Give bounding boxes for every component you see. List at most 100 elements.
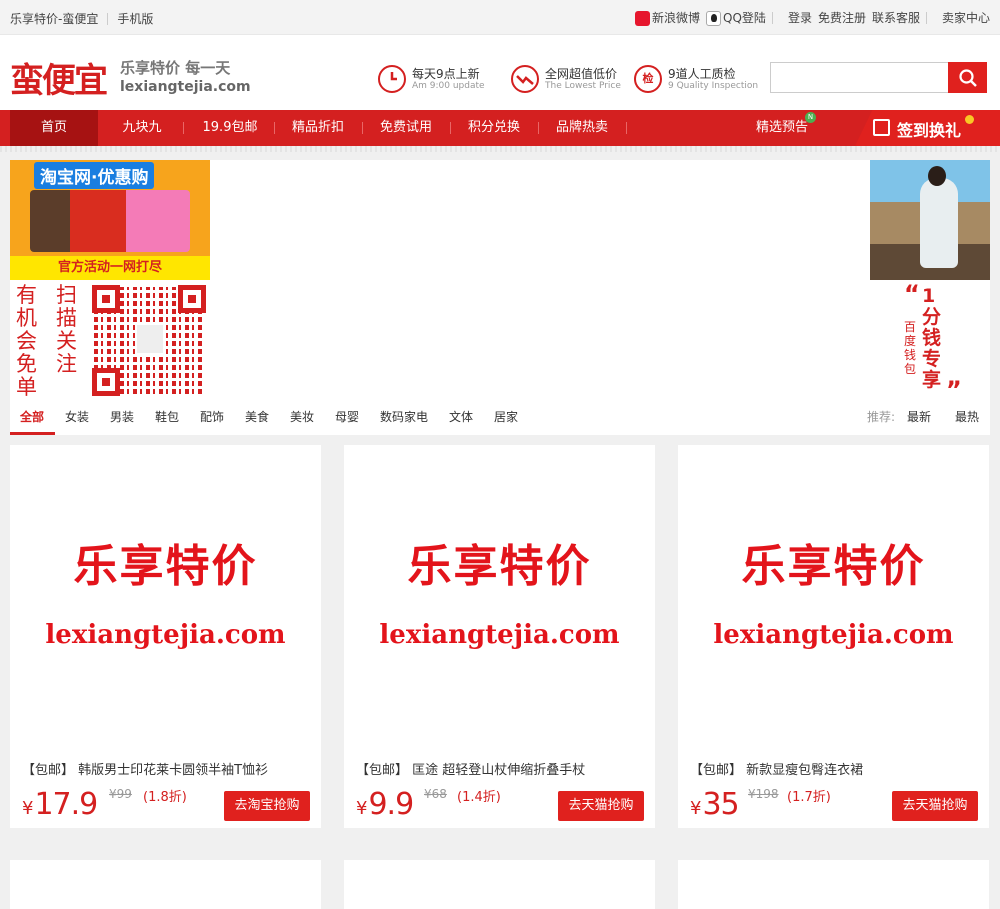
qr-corner — [178, 285, 206, 313]
product-card-partial[interactable] — [678, 860, 989, 909]
logo-domain: lexiangtejia.com — [120, 79, 251, 95]
category-beauty[interactable]: 美妆 — [290, 408, 314, 425]
weibo-label: 新浪微博 — [652, 11, 701, 25]
product-card-partial[interactable] — [344, 860, 655, 909]
weibo-link[interactable]: 新浪微博 — [635, 9, 700, 26]
one-cent-label: 1分钱专享 — [922, 285, 942, 391]
qq-login-label: QQ登陆 — [723, 11, 766, 25]
clock-icon — [378, 65, 406, 93]
buy-button[interactable]: 去天猫抢购 — [558, 791, 644, 821]
divider — [925, 11, 927, 24]
currency-symbol: ¥ — [690, 798, 701, 819]
product-card[interactable]: 乐享特价 lexiangtejia.com 【包邮】 新款显瘦包臀连衣裙 ¥35… — [678, 445, 989, 828]
taobao-products-image — [30, 190, 190, 252]
product-image[interactable]: 乐享特价 lexiangtejia.com — [344, 445, 655, 755]
nav-item-points-exchange[interactable]: 积分兑换 — [452, 110, 536, 146]
category-shoes-bags[interactable]: 鞋包 — [155, 408, 179, 425]
nav-item-free-trial[interactable]: 免费试用 — [364, 110, 448, 146]
search-input[interactable] — [770, 62, 948, 93]
placeholder-brand: 乐享特价 — [741, 541, 926, 592]
qq-icon — [706, 11, 722, 26]
main-nav: 首页 九块九 19.9包邮 精品折扣 免费试用 积分兑换 品牌热卖 精选预告 N — [0, 110, 1000, 146]
product-title[interactable]: 【包邮】 匡途 超轻登山杖伸缩折叠手杖 — [356, 759, 585, 778]
site-logo[interactable]: 蛮便宜 — [10, 53, 108, 102]
product-image[interactable]: 乐享特价 lexiangtejia.com — [678, 445, 989, 755]
product-title[interactable]: 【包邮】 新款显瘦包臀连衣裙 — [690, 759, 863, 778]
discount-rate: (1.4折) — [457, 790, 501, 805]
price-value: 17.9 — [34, 787, 98, 822]
product-title[interactable]: 【包邮】 韩版男士印花莱卡圆领半袖T恤衫 — [22, 759, 268, 778]
category-home[interactable]: 居家 — [494, 408, 518, 425]
new-badge: N — [805, 112, 816, 123]
buy-button[interactable]: 去淘宝抢购 — [224, 791, 310, 821]
service-link[interactable]: 联系客服 — [872, 9, 920, 26]
original-price: ¥99 — [109, 787, 132, 801]
seller-center-link[interactable]: 卖家中心 — [942, 9, 990, 26]
register-link[interactable]: 免费注册 — [818, 9, 866, 26]
sort-newest[interactable]: 最新 — [907, 408, 931, 425]
product-image[interactable]: 乐享特价 lexiangtejia.com — [10, 445, 321, 755]
feature-subtitle: The Lowest Price — [545, 81, 621, 91]
nav-divider — [274, 122, 275, 134]
nav-divider — [626, 122, 627, 134]
nav-divider — [362, 122, 363, 134]
discount-rate: (1.8折) — [143, 790, 187, 805]
qr-follow-panel: 有机会免单 扫描关注 — [10, 280, 210, 400]
mobile-version-link[interactable]: 手机版 — [117, 10, 153, 27]
product-card[interactable]: 乐享特价 lexiangtejia.com 【包邮】 韩版男士印花莱卡圆领半袖T… — [10, 445, 321, 828]
notification-dot — [965, 115, 974, 124]
edit-icon — [873, 119, 890, 136]
discount-rate: (1.7折) — [787, 790, 831, 805]
nav-divider — [450, 122, 451, 134]
logo-slogan: 乐享特价 每一天 — [120, 59, 231, 77]
search-button[interactable] — [948, 62, 987, 93]
feature-title: 全网超值低价 — [545, 67, 618, 81]
person-head — [928, 166, 946, 186]
category-men[interactable]: 男装 — [110, 408, 134, 425]
person-image — [920, 178, 958, 268]
site-header: 蛮便宜 乐享特价 每一天 lexiangtejia.com 每天9点上新 Am … — [0, 35, 1000, 110]
signin-gift-button[interactable]: 签到换礼 — [855, 110, 1000, 146]
placeholder-domain: lexiangtejia.com — [45, 620, 286, 650]
category-all[interactable]: 全部 — [20, 408, 44, 425]
nav-item-free-shipping[interactable]: 19.9包邮 — [186, 110, 274, 146]
sort-label: 推荐: — [867, 410, 896, 424]
category-women[interactable]: 女装 — [65, 408, 89, 425]
signin-label: 签到换礼 — [897, 121, 962, 140]
feature-subtitle: 9 Quality Inspection — [668, 81, 759, 91]
baidu-wallet-banner[interactable]: “ 百度钱包 1分钱专享 ” — [870, 160, 990, 404]
qr-text-free-order: 有机会免单 — [16, 283, 37, 399]
taobao-promo-banner[interactable]: 淘宝网·优惠购 官方活动一网打尽 — [10, 160, 210, 280]
category-accessories[interactable]: 配饰 — [200, 408, 224, 425]
product-card[interactable]: 乐享特价 lexiangtejia.com 【包邮】 匡途 超轻登山杖伸缩折叠手… — [344, 445, 655, 828]
qq-login-link[interactable]: QQ登陆 — [706, 9, 766, 26]
nav-item-brand-sale[interactable]: 品牌热卖 — [540, 110, 624, 146]
feature-subtitle: Am 9:00 update — [412, 81, 485, 91]
sort-hottest[interactable]: 最热 — [955, 408, 979, 425]
buy-button[interactable]: 去天猫抢购 — [892, 791, 978, 821]
nav-item-nine-nine[interactable]: 九块九 — [104, 110, 180, 146]
placeholder-brand: 乐享特价 — [73, 541, 258, 592]
banner-photo — [870, 160, 990, 280]
search-icon — [958, 68, 977, 87]
quality-check-icon: 检 — [634, 65, 662, 93]
category-baby[interactable]: 母婴 — [335, 408, 359, 425]
placeholder-domain: lexiangtejia.com — [379, 620, 620, 650]
feature-title: 9道人工质检 — [668, 67, 736, 81]
active-category-underline — [10, 432, 55, 435]
nav-shadow-stripe — [0, 146, 1000, 152]
login-link[interactable]: 登录 — [788, 9, 812, 26]
taobao-banner-footer: 官方活动一网打尽 — [10, 256, 210, 280]
quote-open: “ — [904, 280, 920, 308]
nav-item-discounts[interactable]: 精品折扣 — [276, 110, 360, 146]
product-name: 匡途 超轻登山杖伸缩折叠手杖 — [412, 763, 586, 778]
product-card-partial[interactable] — [10, 860, 321, 909]
site-name-link[interactable]: 乐享特价-蛮便宜 — [10, 10, 98, 27]
category-food[interactable]: 美食 — [245, 408, 269, 425]
category-sports[interactable]: 文体 — [449, 408, 473, 425]
category-electronics[interactable]: 数码家电 — [380, 408, 428, 425]
feature-title: 每天9点上新 — [412, 67, 480, 81]
placeholder-brand: 乐享特价 — [407, 541, 592, 592]
nav-item-home[interactable]: 首页 — [10, 110, 98, 146]
taobao-banner-title: 淘宝网·优惠购 — [34, 162, 155, 189]
